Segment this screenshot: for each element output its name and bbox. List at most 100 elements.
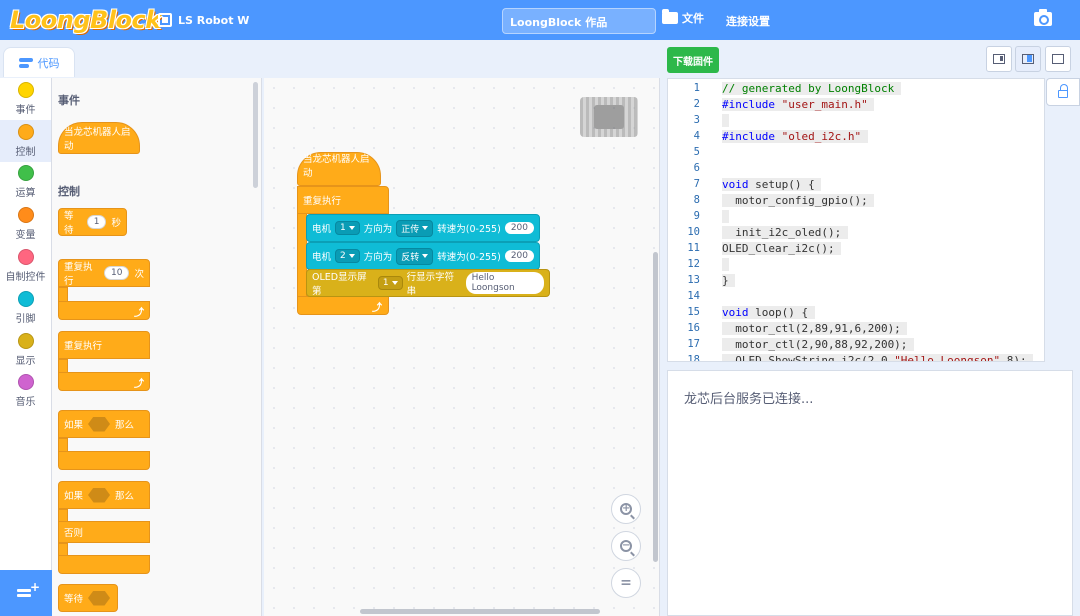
block-forever[interactable]: 重复执行 [58, 331, 150, 359]
block-label: 重复执行 [64, 262, 93, 287]
ws-block-when-start[interactable]: 当龙芯机器人启动 [297, 152, 381, 186]
wait-seconds-input[interactable]: 1 [86, 215, 107, 229]
block-label: 否则 [64, 528, 84, 539]
add-extension-button[interactable] [0, 570, 52, 616]
workspace-vertical-scrollbar[interactable] [653, 252, 658, 562]
zoom-reset-button[interactable]: = [611, 568, 641, 598]
category-label: 引脚 [15, 313, 36, 325]
code-line: 6 [668, 160, 1044, 176]
palette-scrollbar[interactable] [253, 82, 258, 188]
blocks-icon [18, 57, 33, 68]
block-label: 等待 [64, 211, 74, 236]
view-normal-stage-button[interactable] [1015, 46, 1041, 72]
block-repeat[interactable]: 重复执行 10 次 [58, 259, 150, 287]
block-label: OLED显示屏第 [312, 272, 367, 297]
condition-slot[interactable] [88, 487, 111, 503]
palette-heading-events: 事件 [58, 94, 80, 107]
block-if-else[interactable]: 如果 那么 [58, 481, 150, 509]
condition-slot[interactable] [88, 416, 111, 432]
category-label: 运算 [15, 188, 36, 200]
project-title-input[interactable]: LoongBlock 作品 [502, 8, 656, 34]
line-number: 3 [693, 114, 700, 126]
category-dot [17, 249, 34, 266]
block-repeat-arm [58, 287, 68, 302]
category-label: 音乐 [15, 397, 36, 409]
motor-direction-dropdown[interactable]: 正传 [396, 219, 434, 237]
code-text: #include "oled_i2c.h" [722, 129, 868, 143]
code-line: 14 [668, 288, 1044, 304]
category-custom[interactable]: 自制控件 [0, 245, 51, 287]
dropdown-value: 1 [382, 278, 389, 288]
block-label: 那么 [115, 491, 135, 502]
condition-slot[interactable] [88, 590, 111, 606]
code-line: 11 OLED_Clear_i2c(); [668, 240, 1044, 256]
camera-icon[interactable] [1034, 9, 1052, 26]
ws-block-oled-string[interactable]: OLED显示屏第 1 行显示字符串 Hello Loongson [306, 269, 550, 297]
block-wait[interactable]: 等待 1 秒 [58, 208, 127, 236]
zoom-in-button[interactable]: + [611, 494, 641, 524]
oled-text-input[interactable]: Hello Loongson [465, 272, 544, 294]
motor-speed-input[interactable]: 200 [504, 222, 534, 234]
code-text [722, 113, 729, 127]
category-pins[interactable]: 引脚 [0, 287, 51, 329]
repeat-count-input[interactable]: 10 [104, 266, 130, 280]
connection-settings-menu[interactable]: 连接设置 [726, 13, 770, 29]
block-label: 转速为(0-255) [437, 224, 501, 235]
file-menu[interactable]: 文件 [662, 9, 704, 26]
equals-icon: = [620, 575, 632, 591]
loop-arrow-icon: ⤴ [134, 379, 144, 390]
generated-code-panel[interactable]: 1 // generated by LoongBlock 2 #include "u… [667, 78, 1045, 362]
line-number: 5 [693, 146, 700, 158]
line-number: 16 [687, 322, 700, 334]
device-name: LS Robot W [178, 13, 250, 27]
category-dot [17, 81, 34, 98]
ws-block-forever[interactable]: 重复执行 [297, 186, 389, 214]
line-number: 4 [693, 130, 700, 142]
code-text [722, 209, 729, 223]
category-control[interactable]: 控制 [0, 119, 51, 162]
block-if-arm [58, 438, 68, 452]
layout-split-icon [1022, 54, 1034, 64]
device-selector[interactable]: LS Robot W [158, 9, 249, 31]
ws-block-motor-2[interactable]: 电机 2 方向为 反转 转速为(0-255) 200 [306, 242, 540, 270]
workspace-horizontal-scrollbar[interactable] [360, 609, 600, 614]
oled-line-dropdown[interactable]: 1 [377, 276, 403, 290]
motor-port-dropdown[interactable]: 2 [335, 249, 360, 263]
line-number: 13 [687, 274, 700, 286]
block-label: 行显示字符串 [406, 272, 455, 297]
block-label: 如果 [64, 420, 84, 431]
line-number: 2 [693, 98, 700, 110]
category-display[interactable]: 显示 [0, 329, 51, 371]
code-line: 7 void setup() { [668, 176, 1044, 192]
code-line: 13} [668, 272, 1044, 288]
robot-sprite-thumbnail [580, 97, 638, 137]
code-lock-button[interactable] [1046, 78, 1080, 106]
category-music[interactable]: 音乐 [0, 371, 51, 413]
download-firmware-button[interactable]: 下载固件 [667, 47, 719, 73]
view-small-stage-button[interactable] [986, 46, 1012, 72]
zoom-out-button[interactable]: − [611, 531, 641, 561]
motor-port-dropdown[interactable]: 1 [335, 221, 360, 235]
category-events[interactable]: 事件 [0, 78, 51, 120]
block-label: 等待 [64, 594, 84, 605]
block-forever-arm [58, 359, 68, 373]
block-when-start[interactable]: 当龙芯机器人启动 [58, 122, 140, 154]
block-wait-until[interactable]: 等待 [58, 584, 118, 612]
view-fullscreen-button[interactable] [1045, 46, 1071, 72]
file-menu-label: 文件 [682, 12, 704, 25]
block-if-bottom [58, 451, 150, 470]
block-label: 转速为(0-255) [437, 252, 501, 263]
motor-speed-input[interactable]: 200 [504, 250, 534, 262]
line-number: 15 [687, 306, 700, 318]
ws-block-motor-1[interactable]: 电机 1 方向为 正传 转速为(0-255) 200 [306, 214, 540, 242]
motor-direction-dropdown[interactable]: 反转 [396, 247, 434, 265]
tab-code[interactable]: 代码 [3, 47, 75, 77]
code-line: 17 motor_ctl(2,90,88,92,200); [668, 336, 1044, 352]
category-dot [17, 207, 34, 224]
category-variables[interactable]: 变量 [0, 203, 51, 245]
category-operators[interactable]: 运算 [0, 162, 51, 204]
code-text: OLED_ShowString_i2c(2,0,"Hello Loongson"… [722, 353, 1034, 361]
block-if[interactable]: 如果 那么 [58, 410, 150, 438]
category-label: 显示 [15, 355, 36, 367]
line-number: 17 [687, 338, 700, 350]
